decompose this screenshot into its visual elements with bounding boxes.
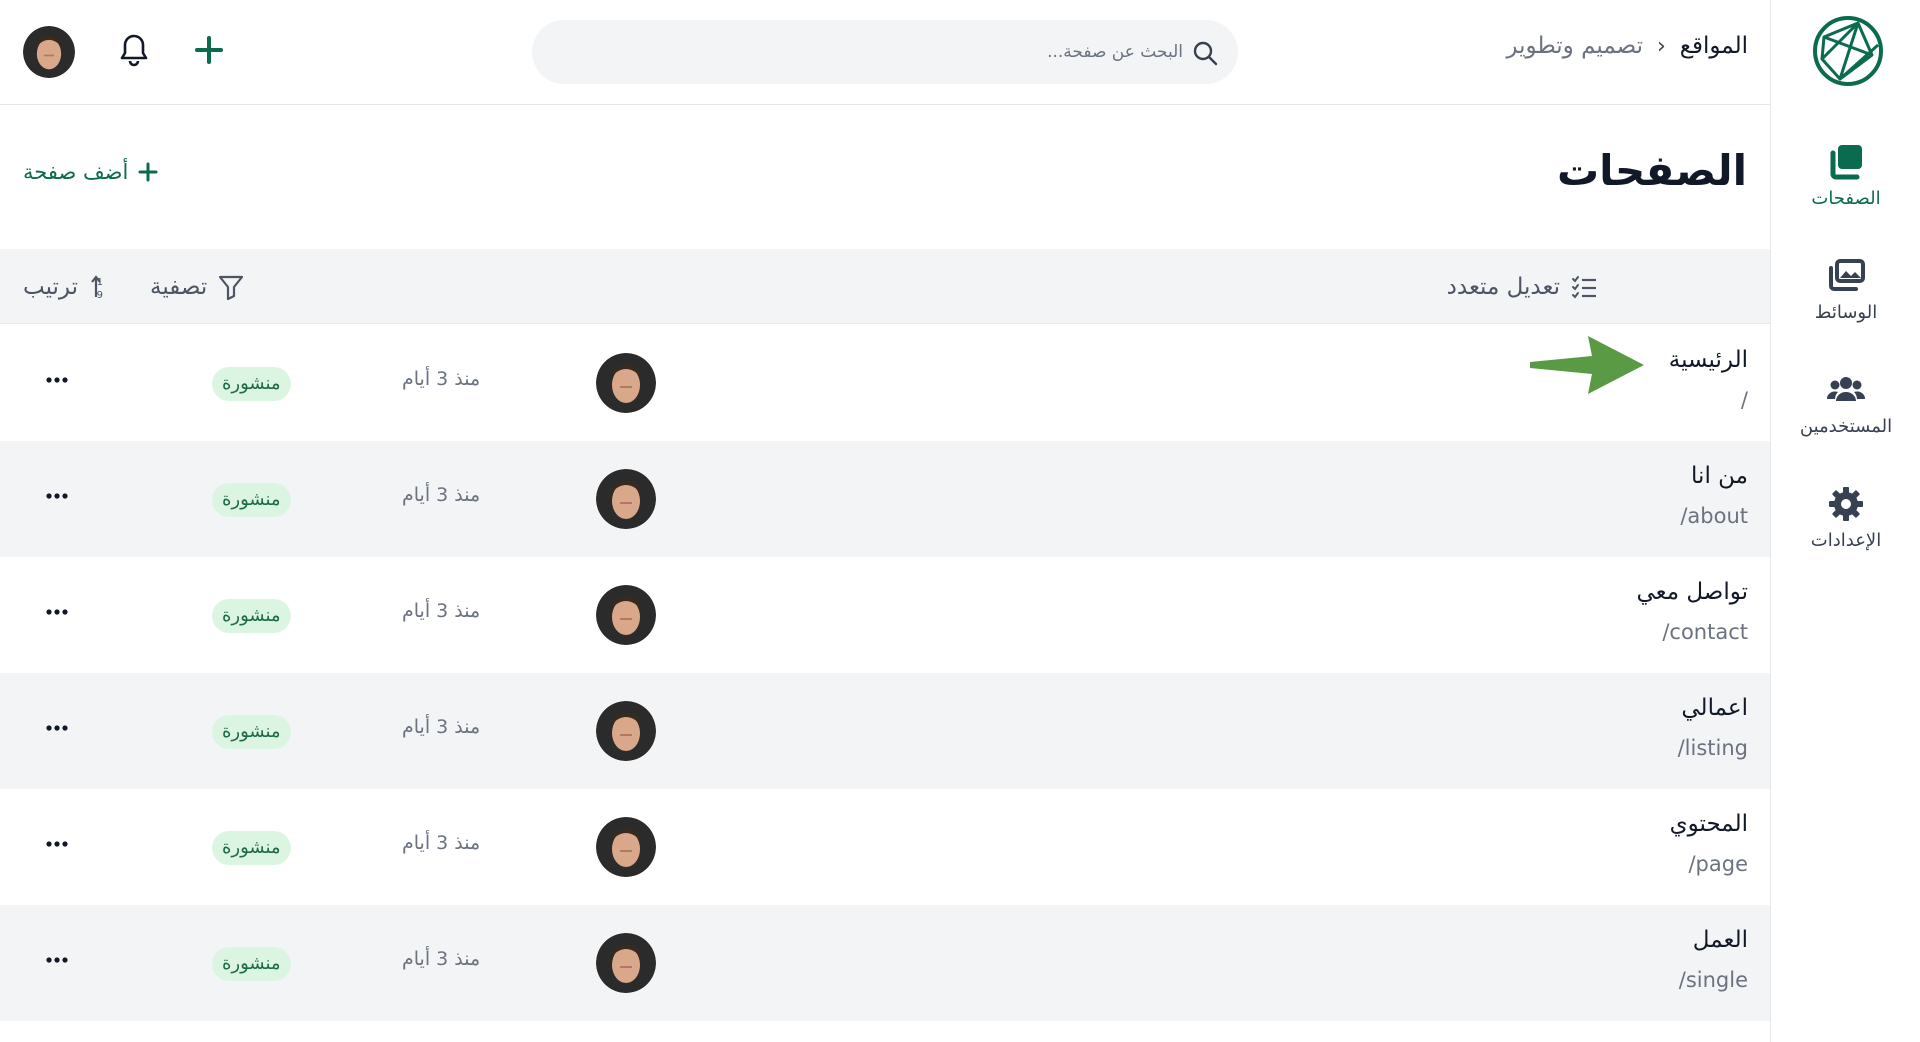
sort-icon: 1 9 [91,274,103,301]
avatar-image [596,585,656,645]
page-slug: /contact [1662,620,1748,644]
table-toolbar: تعديل متعدد تصفية 1 9 ترتيب [0,249,1770,324]
author-avatar [596,701,656,761]
annotation-arrow [1530,336,1644,394]
sidebar-item-label: الوسائط [1814,302,1878,323]
users-icon [1826,377,1866,401]
page-slug: /about [1680,504,1748,528]
sort-button[interactable]: 1 9 ترتيب [23,249,116,324]
modified-date: منذ 3 أيام [402,484,481,506]
avatar-image [596,817,656,877]
sidebar-item-label: الصفحات [1811,188,1881,209]
search-box [532,20,1238,84]
add-page-button[interactable]: أضف صفحة [23,160,158,184]
status-badge: منشورة [212,483,291,517]
bulk-edit-label: تعديل متعدد [1446,273,1560,300]
status-badge: منشورة [212,947,291,981]
page-title-cell[interactable]: المحتوي [1670,811,1748,837]
avatar-image [596,469,656,529]
bulk-edit-button[interactable]: تعديل متعدد [1447,249,1598,324]
author-avatar [596,817,656,877]
sidebar-item-media[interactable]: الوسائط [1771,256,1920,323]
more-options-icon[interactable] [42,713,72,743]
search-icon [1193,41,1218,66]
page-title-cell[interactable]: العمل [1693,927,1748,953]
status-badge: منشورة [212,715,291,749]
filter-button[interactable]: تصفية [150,249,245,324]
avatar-image [596,933,656,993]
avatar-image [596,701,656,761]
sort-label: ترتيب [23,273,79,300]
breadcrumb: المواقع ‹ تصميم وتطوير [1506,33,1748,59]
user-avatar[interactable] [23,26,75,78]
sidebar-item-pages[interactable]: الصفحات [1771,142,1920,209]
table-row[interactable]: الرئيسية / منذ 3 أيام منشورة [0,325,1770,441]
table-row[interactable]: من انا /about منذ 3 أيام منشورة [0,441,1770,557]
more-options-icon[interactable] [42,597,72,627]
media-icon [1829,259,1865,291]
breadcrumb-current: تصميم وتطوير [1506,33,1643,59]
topbar: المواقع ‹ تصميم وتطوير [0,0,1770,105]
status-badge: منشورة [212,831,291,865]
add-page-label: أضف صفحة [23,160,129,184]
sidebar-item-label: الإعدادات [1810,530,1882,551]
page-slug: /listing [1677,736,1748,760]
sidebar-item-settings[interactable]: الإعدادات [1771,484,1920,551]
table-row[interactable]: اعمالي /listing منذ 3 أيام منشورة [0,673,1770,789]
bell-icon[interactable] [118,33,150,67]
add-icon[interactable] [194,35,224,65]
sidebar-item-label: المستخدمين [1799,416,1893,437]
page-slug: / [1740,388,1748,412]
breadcrumb-separator: ‹ [1656,33,1666,59]
author-avatar [596,353,656,413]
modified-date: منذ 3 أيام [402,600,481,622]
svg-text:1: 1 [97,277,103,288]
more-options-icon[interactable] [42,829,72,859]
pages-icon [1830,145,1862,180]
list-check-icon [1572,275,1596,299]
modified-date: منذ 3 أيام [402,948,481,970]
page-title-cell[interactable]: الرئيسية [1669,347,1748,373]
search-input[interactable] [583,20,1183,84]
modified-date: منذ 3 أيام [402,832,481,854]
status-badge: منشورة [212,367,291,401]
more-options-icon[interactable] [42,945,72,975]
modified-date: منذ 3 أيام [402,368,481,390]
filter-icon [219,275,244,300]
filter-label: تصفية [150,273,208,300]
plus-icon [138,162,158,182]
modified-date: منذ 3 أيام [402,716,481,738]
table-row[interactable]: العمل /single منذ 3 أيام منشورة [0,905,1770,1021]
avatar-image [23,26,75,78]
page-slug: /single [1678,968,1748,992]
page-slug: /page [1688,852,1748,876]
gear-icon [1829,487,1863,521]
author-avatar [596,933,656,993]
logo-icon[interactable] [1812,15,1884,87]
author-avatar [596,585,656,645]
svg-text:9: 9 [97,290,103,301]
table-row[interactable]: المحتوي /page منذ 3 أيام منشورة [0,789,1770,905]
more-options-icon[interactable] [42,365,72,395]
avatar-image [596,353,656,413]
page-title-cell[interactable]: اعمالي [1681,695,1748,721]
more-options-icon[interactable] [42,481,72,511]
sidebar-item-users[interactable]: المستخدمين [1771,370,1920,437]
status-badge: منشورة [212,599,291,633]
page-title-cell[interactable]: من انا [1691,463,1748,489]
author-avatar [596,469,656,529]
breadcrumb-root[interactable]: المواقع [1680,33,1748,59]
page-title: الصفحات [1556,146,1747,195]
page-title-cell[interactable]: تواصل معي [1636,579,1748,605]
sidebar: الصفحات الوسائط المستخدمين الإعدادات [1770,0,1920,1042]
table-row[interactable]: تواصل معي /contact منذ 3 أيام منشورة [0,557,1770,673]
